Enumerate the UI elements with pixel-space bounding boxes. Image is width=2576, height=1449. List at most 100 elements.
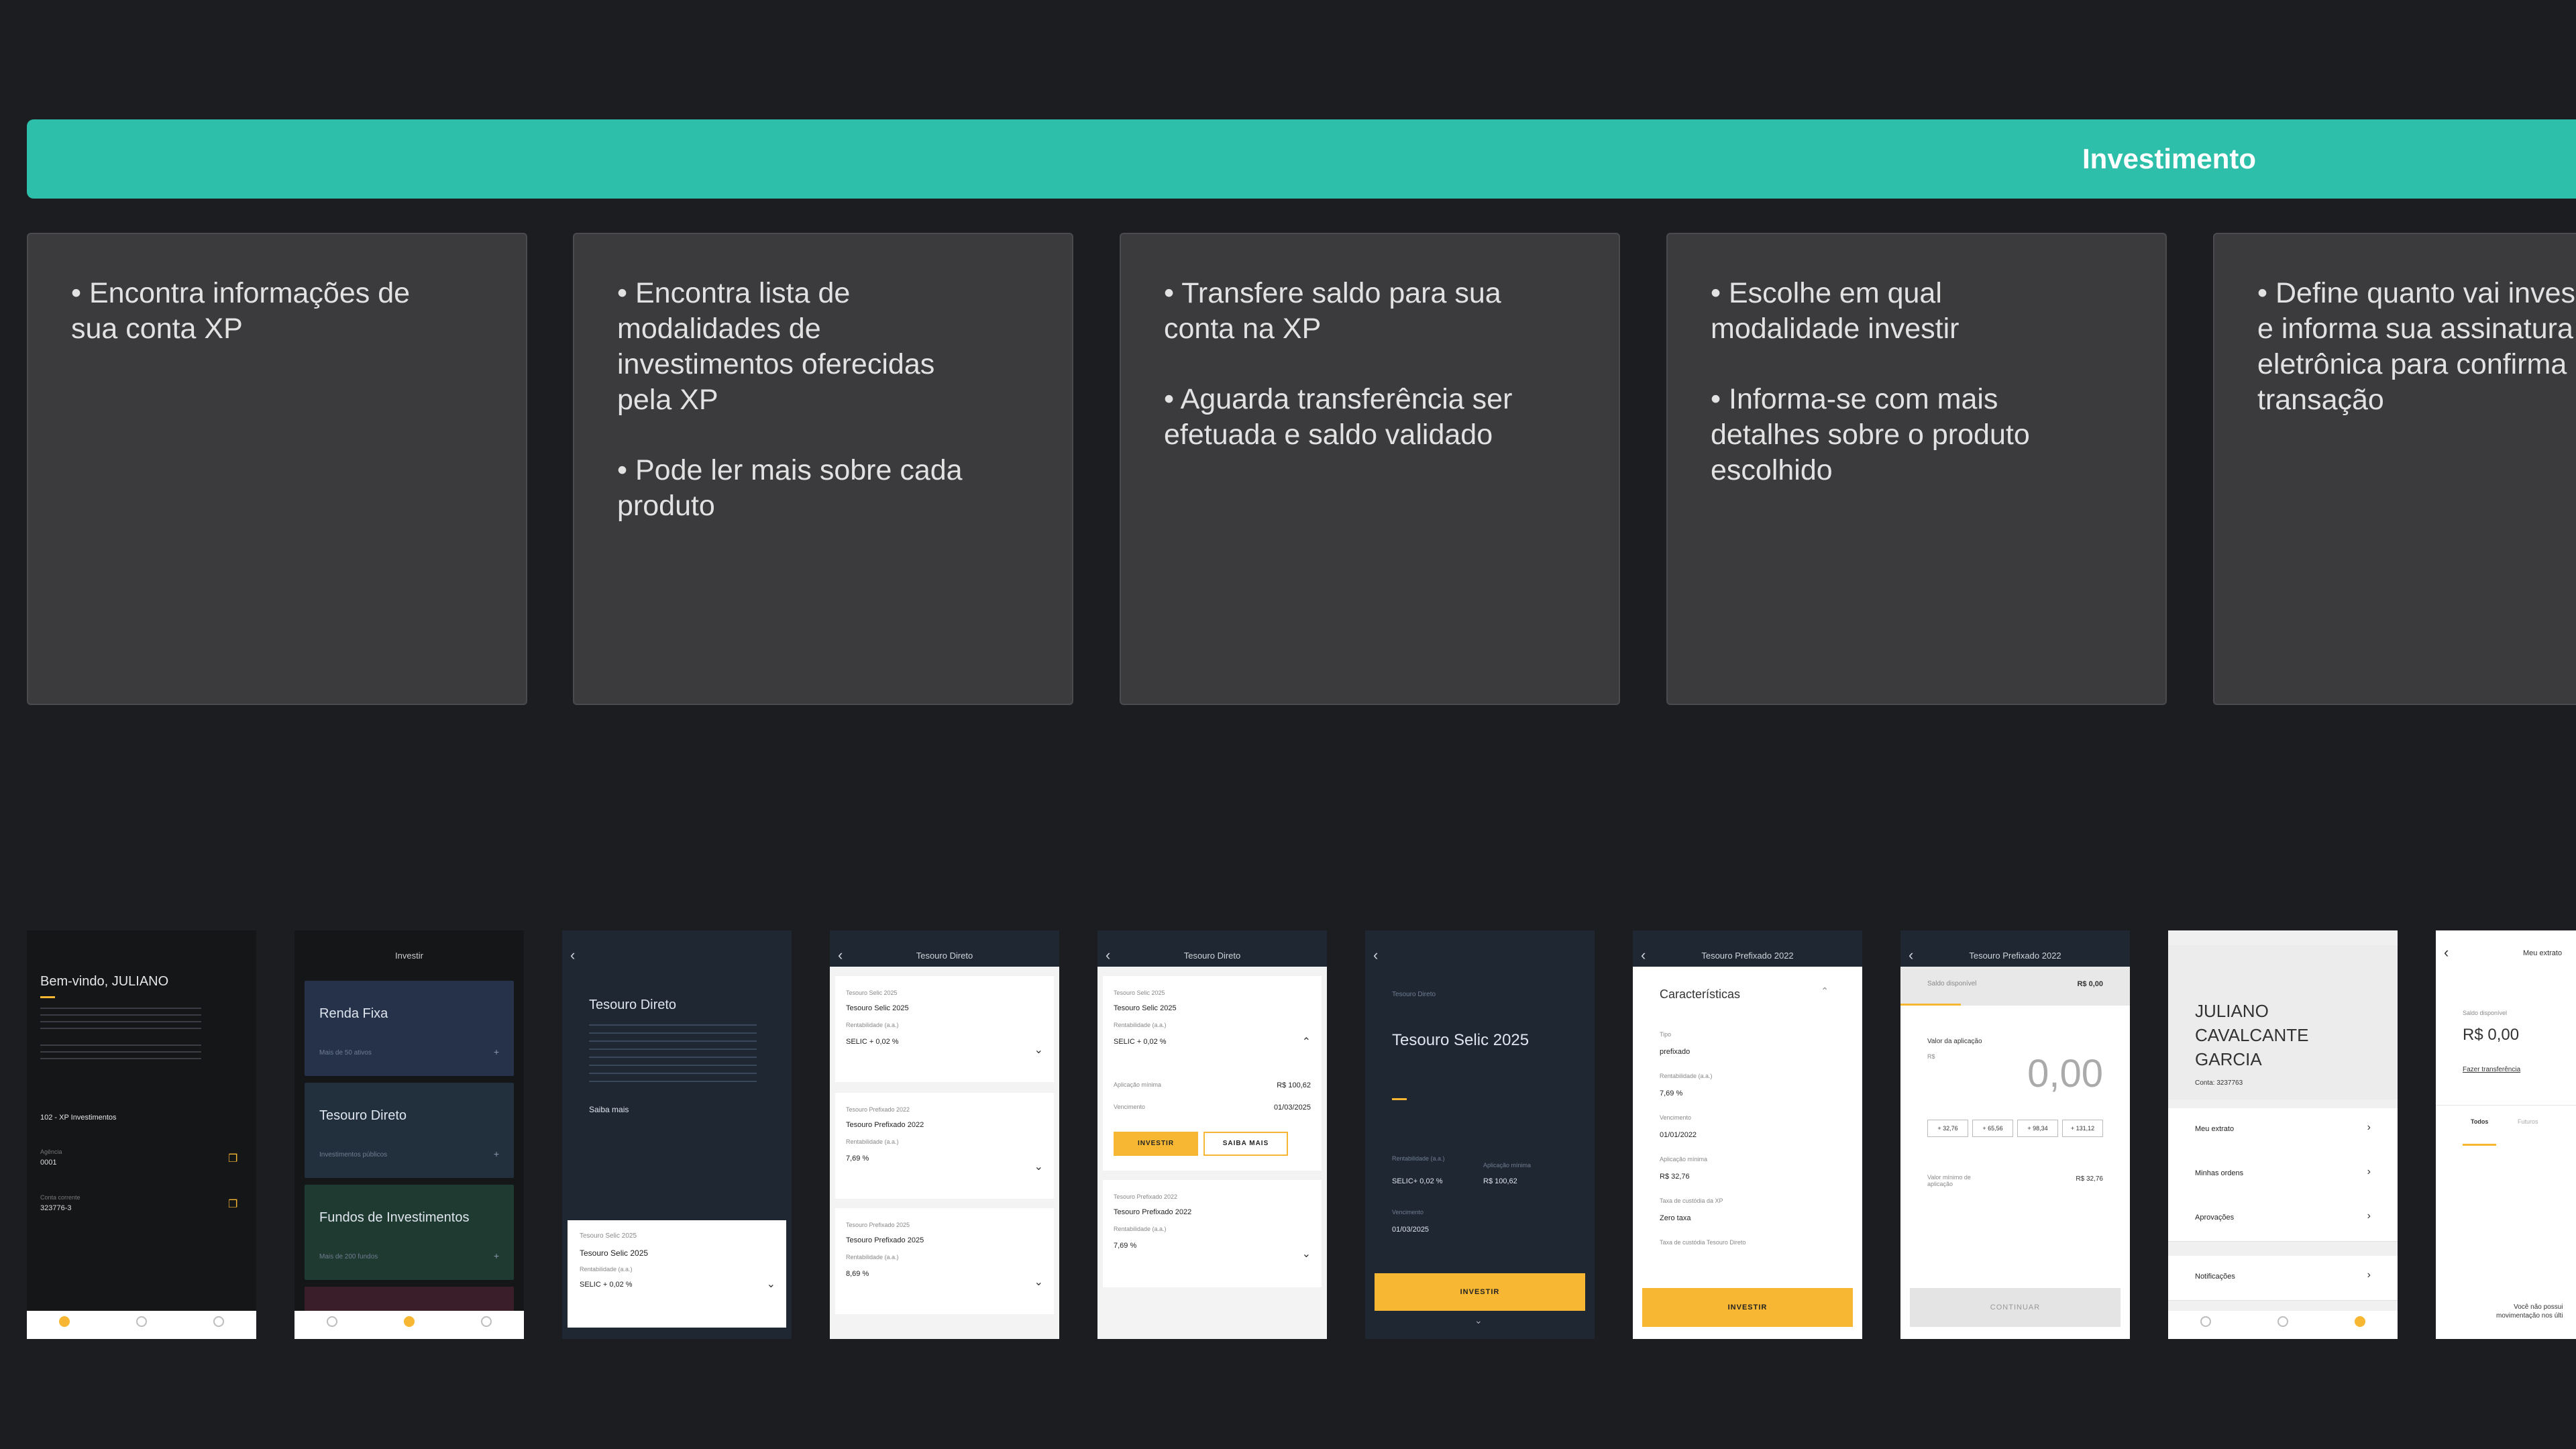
nav-title: Tesouro Prefixado 2022 <box>1701 951 1794 961</box>
account-label: Conta corrente <box>40 1194 80 1201</box>
nav-bar: ‹ <box>1365 945 1595 967</box>
chevron-up-icon[interactable]: ⌃ <box>1302 1035 1311 1049</box>
agency-label: Agência <box>40 1148 62 1155</box>
active-tab-indicator <box>2463 1144 2496 1146</box>
menu-item-sub: Investimentos públicos <box>319 1151 388 1159</box>
balance-bar: Saldo disponível R$ 0,00 <box>1900 967 2130 1006</box>
user-name: JULIANO CAVALCANTE GARCIA <box>2195 1001 2309 1069</box>
amount-label: Valor da aplicação <box>1927 1038 1982 1045</box>
invest-button[interactable]: INVESTIR <box>1642 1288 1853 1327</box>
tab-bar <box>294 1311 524 1339</box>
chevron-down-icon[interactable]: ⌄ <box>1474 1315 1483 1326</box>
plus-icon: + <box>493 1046 499 1057</box>
back-icon[interactable]: ‹ <box>838 945 843 965</box>
step-card-5: • Define quanto vai inves e informa sua … <box>2213 233 2576 705</box>
step-card-1: • Encontra informações de sua conta XP <box>27 233 527 705</box>
chevron-down-icon[interactable]: ⌄ <box>767 1277 775 1291</box>
menu-item-label: Aprovações <box>2195 1214 2235 1222</box>
menu-item-notifications[interactable]: Notificações › <box>2168 1256 2398 1301</box>
learn-more-link[interactable]: Saiba mais <box>589 1105 629 1114</box>
back-icon[interactable]: ‹ <box>2444 944 2449 961</box>
home-tab-icon[interactable] <box>2200 1316 2211 1327</box>
product-card[interactable]: Tesouro Prefixado 2022 Tesouro Prefixado… <box>1103 1180 1322 1287</box>
product-card[interactable]: Tesouro Selic 2025 Tesouro Selic 2025 Re… <box>835 976 1054 1082</box>
tab-future[interactable]: Futuros <box>2518 1118 2538 1125</box>
screen-characteristics: ‹ Tesouro Prefixado 2022 Características … <box>1633 930 1862 1339</box>
invest-tab-icon[interactable] <box>404 1316 415 1327</box>
status-bar <box>2168 930 2398 945</box>
back-icon[interactable]: ‹ <box>570 945 575 965</box>
copy-icon[interactable]: ❐ <box>228 1152 237 1165</box>
field-label: Taxa de custódia da XP <box>1660 1197 1723 1204</box>
product-card[interactable]: Tesouro Prefixado 2025 Tesouro Prefixado… <box>835 1208 1054 1314</box>
screen-amount-entry: ‹ Tesouro Prefixado 2022 Saldo disponível… <box>1900 930 2130 1339</box>
stage-title: Investimento <box>2082 143 2257 174</box>
invest-tab-icon[interactable] <box>136 1316 147 1327</box>
screen-product-expanded: ‹ Tesouro Direto Tesouro Selic 2025 Tesou… <box>1097 930 1327 1339</box>
quick-amount-chip[interactable]: + 32,76 <box>1927 1120 1968 1137</box>
chevron-down-icon[interactable]: ⌄ <box>1302 1247 1311 1260</box>
menu-item-sub: Mais de 200 fundos <box>319 1253 378 1260</box>
status-bar <box>1900 930 2130 945</box>
invest-button[interactable]: INVESTIR <box>1375 1273 1585 1311</box>
step-text: • Transfere saldo para sua conta na XP <box>1164 277 1501 345</box>
transfer-link[interactable]: Fazer transferência <box>2463 1066 2520 1073</box>
quick-amount-chip[interactable]: + 65,56 <box>1972 1120 2013 1137</box>
home-tab-icon[interactable] <box>327 1316 337 1327</box>
menu-item-orders[interactable]: Minhas ordens › <box>2168 1152 2398 1197</box>
nav-title: Meu extrato <box>2523 949 2563 957</box>
chevron-down-icon[interactable]: ⌄ <box>1034 1160 1043 1173</box>
currency-label: R$ <box>1927 1053 1935 1060</box>
home-tab-icon[interactable] <box>59 1316 70 1327</box>
product-card[interactable]: Tesouro Selic 2025 Tesouro Selic 2025 Re… <box>568 1220 786 1328</box>
invest-button[interactable]: INVESTIR <box>1114 1132 1198 1156</box>
nav-title: Tesouro Prefixado 2022 <box>1969 951 2061 961</box>
maturity-value: 01/03/2025 <box>1392 1226 1430 1234</box>
back-icon[interactable]: ‹ <box>1909 945 1913 965</box>
field-label: Taxa de custódia Tesouro Direto <box>1660 1239 1746 1246</box>
chevron-right-icon: › <box>2367 1122 2371 1133</box>
min-label: Aplicação mínima <box>1483 1162 1532 1169</box>
quick-amount-chip[interactable]: + 131,12 <box>2062 1120 2103 1137</box>
product-name: Tesouro Selic 2025 <box>1114 1004 1177 1012</box>
chevron-down-icon[interactable]: ⌄ <box>1034 1275 1043 1289</box>
product-card[interactable]: Tesouro Prefixado 2022 Tesouro Prefixado… <box>835 1093 1054 1199</box>
chevron-up-icon[interactable]: ⌃ <box>1821 985 1829 997</box>
profile-tab-icon[interactable] <box>213 1316 224 1327</box>
menu-item-fundos[interactable]: Fundos de Investimentos Mais de 200 fund… <box>305 1185 514 1280</box>
progress-bar <box>1900 1004 1961 1006</box>
menu-item-sub: Mais de 50 ativos <box>319 1049 372 1057</box>
invest-tab-icon[interactable] <box>2277 1316 2288 1327</box>
product-category: Tesouro Selic 2025 <box>846 989 898 996</box>
min-value: R$ 100,62 <box>1277 1081 1311 1089</box>
chevron-right-icon: › <box>2367 1210 2371 1222</box>
menu-item-approvals[interactable]: Aprovações › <box>2168 1197 2398 1242</box>
quick-amount-chips: + 32,76 + 65,56 + 98,34 + 131,12 <box>1927 1120 2103 1137</box>
tab-all[interactable]: Todos <box>2471 1118 2488 1125</box>
back-icon[interactable]: ‹ <box>1106 945 1110 965</box>
journey-stage-banner: Investimento <box>27 119 2576 199</box>
amount-input[interactable]: 0,00 <box>2027 1051 2103 1096</box>
balance-label: Saldo disponível <box>2463 1010 2508 1016</box>
field-value: R$ 32,76 <box>1660 1173 1690 1181</box>
back-icon[interactable]: ‹ <box>1641 945 1646 965</box>
chevron-down-icon[interactable]: ⌄ <box>1034 1043 1043 1057</box>
menu-item-tesouro[interactable]: Tesouro Direto Investimentos públicos + <box>305 1083 514 1178</box>
menu-item-statement[interactable]: Meu extrato › <box>2168 1108 2398 1153</box>
quick-amount-chip[interactable]: + 98,34 <box>2017 1120 2058 1137</box>
intro-text <box>40 1008 201 1034</box>
profile-tab-icon[interactable] <box>2355 1316 2365 1327</box>
continue-button[interactable]: CONTINUAR <box>1910 1288 2121 1327</box>
back-icon[interactable]: ‹ <box>1373 945 1378 965</box>
product-name: Tesouro Prefixado 2022 <box>846 1121 924 1129</box>
learn-more-button[interactable]: SAIBA MAIS <box>1203 1132 1288 1156</box>
status-bar <box>2436 930 2576 945</box>
maturity-label: Vencimento <box>1114 1104 1146 1110</box>
menu-item-more[interactable] <box>305 1287 514 1313</box>
accent-line <box>40 996 55 998</box>
menu-item-renda-fixa[interactable]: Renda Fixa Mais de 50 ativos + <box>305 981 514 1076</box>
profile-tab-icon[interactable] <box>481 1316 492 1327</box>
copy-icon[interactable]: ❐ <box>228 1197 237 1211</box>
maturity-label: Vencimento <box>1392 1209 1424 1216</box>
plus-icon: + <box>493 1250 499 1261</box>
